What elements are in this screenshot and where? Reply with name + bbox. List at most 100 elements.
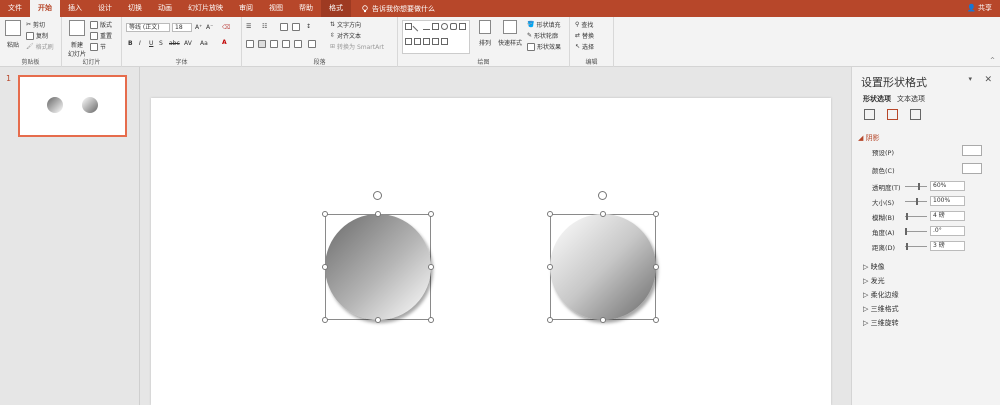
effects-pentagon-icon[interactable]	[887, 109, 898, 120]
reflection-section[interactable]: ▷ 映像	[863, 262, 885, 272]
tell-me-search[interactable]: 告诉我你想要做什么	[361, 4, 435, 14]
resize-handle-left-nw[interactable]	[322, 211, 328, 217]
align-center-button[interactable]	[258, 40, 266, 48]
shadow-text-button[interactable]: S	[159, 40, 163, 47]
columns-button[interactable]	[308, 40, 316, 48]
slide-canvas[interactable]	[151, 98, 831, 405]
tab-help[interactable]: 帮助	[291, 0, 321, 17]
font-color-button[interactable]: A	[222, 39, 227, 46]
fill-line-icon[interactable]	[864, 109, 875, 120]
size-input[interactable]: 100%	[930, 196, 965, 206]
size-properties-icon[interactable]	[910, 109, 921, 120]
tab-file[interactable]: 文件	[0, 0, 30, 17]
rotate-handle-left[interactable]	[373, 191, 382, 200]
angle-knob[interactable]	[905, 228, 907, 235]
text-direction-button[interactable]: ⇅ 文字方向	[330, 20, 361, 29]
distance-input[interactable]: 3 磅	[930, 241, 965, 251]
new-slide-button[interactable]: 新建 幻灯片	[66, 20, 88, 58]
preset-button[interactable]	[962, 145, 982, 156]
increase-indent-button[interactable]	[292, 23, 300, 31]
transparency-input[interactable]: 60%	[930, 181, 965, 191]
angle-input[interactable]: .0°	[930, 226, 965, 236]
close-icon[interactable]: ✕	[984, 75, 992, 85]
grow-font-button[interactable]: A⁺	[195, 24, 202, 31]
shadow-section-header[interactable]: ◢ 阴影	[858, 133, 880, 143]
resize-handle-left-s[interactable]	[375, 317, 381, 323]
font-name-select[interactable]: 等线 (正文)	[126, 23, 170, 32]
resize-handle-left-n[interactable]	[375, 211, 381, 217]
tab-animations[interactable]: 动画	[150, 0, 180, 17]
shapes-gallery[interactable]	[402, 20, 470, 54]
distance-knob[interactable]	[906, 243, 908, 250]
tab-shape-options[interactable]: 形状选项	[863, 94, 891, 104]
format-painter-button[interactable]: 🖌 格式刷	[26, 42, 54, 51]
shrink-font-button[interactable]: A⁻	[206, 24, 213, 31]
convert-smartart-button[interactable]: ⊞ 转换为 SmartArt	[330, 42, 384, 51]
arrange-button[interactable]: 排列	[477, 20, 493, 47]
3d-format-section[interactable]: ▷ 三维格式	[863, 304, 899, 314]
font-size-select[interactable]: 18	[172, 23, 192, 32]
copy-button[interactable]: 复制	[26, 31, 48, 40]
clear-format-button[interactable]: ⌫	[222, 24, 230, 31]
resize-handle-right-nw[interactable]	[547, 211, 553, 217]
resize-handle-right-n[interactable]	[600, 211, 606, 217]
resize-handle-right-sw[interactable]	[547, 317, 553, 323]
transparency-slider[interactable]	[905, 183, 927, 190]
tab-slideshow[interactable]: 幻灯片放映	[180, 0, 231, 17]
align-text-button[interactable]: ⇳ 对齐文本	[330, 31, 361, 40]
distributed-button[interactable]	[294, 40, 302, 48]
tab-design[interactable]: 设计	[90, 0, 120, 17]
align-right-button[interactable]	[270, 40, 278, 48]
share-button[interactable]: 👤 共享	[967, 0, 992, 17]
paste-button[interactable]: 粘贴	[4, 20, 22, 49]
layout-button[interactable]: 版式	[90, 20, 112, 29]
resize-handle-left-se[interactable]	[428, 317, 434, 323]
section-button[interactable]: 节	[90, 42, 106, 51]
blur-input[interactable]: 4 磅	[930, 211, 965, 221]
strikethrough-button[interactable]: abc	[169, 40, 180, 47]
underline-button[interactable]: U	[149, 40, 153, 47]
shadow-color-button[interactable]	[962, 163, 982, 174]
tab-format[interactable]: 格式	[321, 0, 351, 17]
size-slider[interactable]	[905, 198, 927, 205]
blur-knob[interactable]	[906, 213, 908, 220]
replace-button[interactable]: ⇄ 替换	[575, 31, 594, 40]
blur-slider[interactable]	[905, 213, 927, 220]
align-left-button[interactable]	[246, 40, 254, 48]
glow-section[interactable]: ▷ 发光	[863, 276, 885, 286]
italic-button[interactable]: I	[139, 40, 141, 47]
resize-handle-left-ne[interactable]	[428, 211, 434, 217]
angle-slider[interactable]	[905, 228, 927, 235]
panel-options-dropdown[interactable]: ▾	[968, 75, 972, 83]
bullets-button[interactable]: ☰	[246, 23, 251, 30]
resize-handle-left-sw[interactable]	[322, 317, 328, 323]
tab-transitions[interactable]: 切换	[120, 0, 150, 17]
shape-outline-button[interactable]: ✎ 形状轮廓	[527, 31, 558, 40]
shape-effects-button[interactable]: 形状效果	[527, 42, 561, 51]
tab-view[interactable]: 视图	[261, 0, 291, 17]
gradient-circle-dark[interactable]	[325, 214, 431, 320]
tab-text-options[interactable]: 文本选项	[897, 94, 925, 104]
resize-handle-right-ne[interactable]	[653, 211, 659, 217]
bold-button[interactable]: B	[128, 40, 133, 47]
select-button[interactable]: ↖ 选择	[575, 42, 594, 51]
tab-insert[interactable]: 插入	[60, 0, 90, 17]
tab-home[interactable]: 开始	[30, 0, 60, 17]
char-spacing-button[interactable]: AV	[184, 40, 192, 47]
line-spacing-button[interactable]: ↕	[306, 23, 311, 30]
resize-handle-right-se[interactable]	[653, 317, 659, 323]
cut-button[interactable]: ✂ 剪切	[26, 20, 45, 29]
collapse-ribbon-button[interactable]: ^	[990, 57, 995, 64]
resize-handle-right-w[interactable]	[547, 264, 553, 270]
slide-thumbnail[interactable]	[18, 75, 127, 137]
change-case-button[interactable]: Aa	[200, 40, 208, 47]
find-button[interactable]: ⚲ 查找	[575, 20, 593, 29]
size-knob[interactable]	[916, 198, 918, 205]
soft-edges-section[interactable]: ▷ 柔化边缘	[863, 290, 899, 300]
reset-button[interactable]: 重置	[90, 31, 112, 40]
transparency-knob[interactable]	[918, 183, 920, 190]
shape-fill-button[interactable]: 🪣 形状填充	[527, 20, 561, 29]
justify-button[interactable]	[282, 40, 290, 48]
resize-handle-right-e[interactable]	[653, 264, 659, 270]
numbering-button[interactable]: ☷	[262, 23, 267, 30]
